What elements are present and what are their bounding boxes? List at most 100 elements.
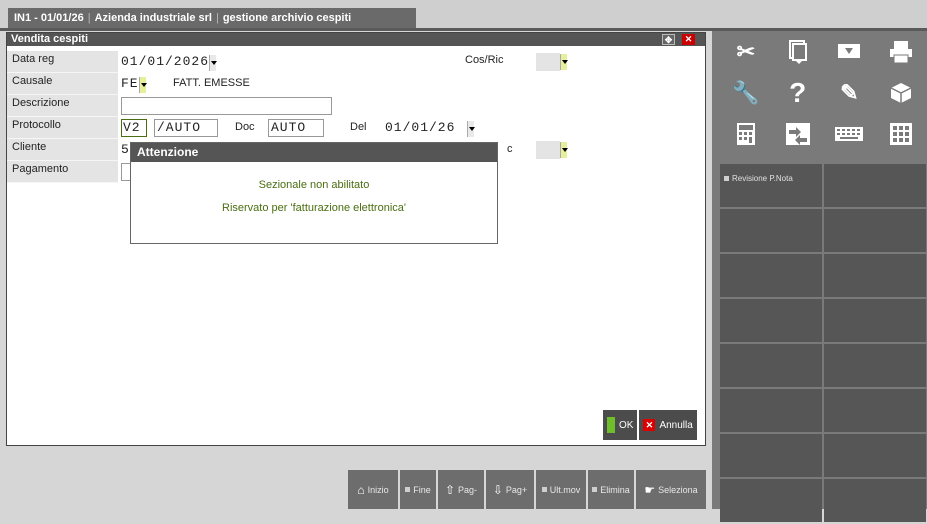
transfer-arrows-icon[interactable] — [772, 113, 824, 154]
protocollo-sezionale-value: V2 — [123, 120, 141, 135]
fine-square-icon — [405, 487, 411, 492]
revisione-pnota-button[interactable]: Revisione P.Nota — [720, 164, 822, 207]
ult-mov-button[interactable]: Ult.mov — [536, 470, 586, 509]
side-button-empty[interactable] — [720, 254, 822, 297]
right-tool-panel: ✂ 🔧 ? ✎ Revisione P.Nota — [712, 31, 927, 522]
dialog-actions: OK ✕ Annulla — [603, 410, 697, 440]
fine-label: Fine — [413, 484, 431, 495]
cliente-right-field[interactable] — [536, 141, 560, 159]
cliente-field[interactable]: 5 — [121, 142, 130, 157]
fine-button[interactable]: Fine — [400, 470, 436, 509]
cliente-label: Cliente — [7, 139, 118, 161]
home-icon: ⌂ — [357, 482, 365, 497]
scissors-icon[interactable]: ✂ — [720, 31, 772, 72]
side-button-empty[interactable] — [720, 389, 822, 432]
row-causale: Causale FE FATT. EMESSE — [7, 73, 705, 95]
pag-prev-button[interactable]: ⇧ Pag- — [438, 470, 484, 509]
descrizione-input[interactable] — [121, 97, 332, 115]
cos-ric-dropdown-icon[interactable] — [560, 54, 568, 70]
pag-next-label: Pag+ — [505, 484, 528, 495]
elimina-label: Elimina — [600, 484, 630, 495]
tab-code: IN1 - 01/01/26 — [14, 12, 84, 24]
page-down-icon: ⇩ — [492, 482, 503, 497]
paste-tray-icon[interactable] — [824, 31, 876, 72]
help-question-icon[interactable]: ? — [772, 72, 824, 113]
cliente-right-label: c — [507, 143, 513, 155]
doc-value: AUTO — [271, 120, 307, 135]
ult-mov-square-icon — [541, 487, 547, 492]
company-tab[interactable]: IN1 - 01/01/26 | Azienda industriale srl… — [8, 8, 416, 28]
pag-next-button[interactable]: ⇩ Pag+ — [486, 470, 534, 509]
side-button-empty[interactable] — [720, 479, 822, 522]
page-up-icon: ⇧ — [444, 482, 456, 497]
tab-separator: | — [215, 12, 219, 24]
elimina-button[interactable]: Elimina — [588, 470, 634, 509]
annulla-button[interactable]: ✕ Annulla — [639, 410, 697, 440]
elimina-square-icon — [592, 487, 598, 492]
window-titlebar: Vendita cespiti ✥ ✕ — [7, 33, 705, 46]
keyboard-icon[interactable] — [824, 113, 876, 154]
dialog-line-1: Sezionale non abilitato — [258, 179, 370, 191]
close-icon[interactable]: ✕ — [682, 34, 695, 45]
doc-label: Doc — [235, 121, 255, 133]
cos-ric-field[interactable] — [536, 53, 560, 71]
side-button-grid: Revisione P.Nota — [720, 164, 927, 524]
protocollo-label: Protocollo — [7, 117, 118, 139]
del-label: Del — [350, 121, 367, 133]
del-field[interactable]: 01/01/26 — [385, 120, 455, 135]
pagamento-label: Pagamento — [7, 161, 118, 183]
side-button-empty[interactable] — [824, 299, 926, 342]
bottom-toolbar: ⌂ Inizio Fine ⇧ Pag- ⇩ Pag+ Ult.mov Elim… — [348, 470, 706, 509]
calculator-icon[interactable] — [720, 113, 772, 154]
side-button-empty[interactable] — [824, 389, 926, 432]
side-button-empty[interactable] — [824, 479, 926, 522]
side-button-empty[interactable] — [720, 434, 822, 477]
top-bar: IN1 - 01/01/26 | Azienda industriale srl… — [0, 0, 927, 28]
row-data-reg: Data reg 01/01/2026 Cos/Ric — [7, 51, 705, 73]
side-button-empty[interactable] — [824, 254, 926, 297]
revisione-label: Revisione P.Nota — [732, 174, 793, 183]
pag-prev-label: Pag- — [458, 484, 478, 495]
data-reg-field[interactable]: 01/01/2026 — [121, 54, 209, 69]
tab-separator: | — [87, 12, 91, 24]
row-protocollo: Protocollo V2 /AUTO Doc AUTO Del 01/01/2… — [7, 117, 705, 139]
printer-icon[interactable] — [875, 31, 927, 72]
cliente-right-dropdown-icon[interactable] — [560, 142, 568, 158]
dialog-line-2: Riservato per 'fatturazione elettronica' — [222, 202, 406, 214]
causale-field[interactable]: FE — [121, 76, 139, 91]
side-button-empty[interactable] — [824, 164, 926, 207]
window-title: Vendita cespiti — [11, 33, 89, 45]
dialog-message: Sezionale non abilitato Riservato per 'f… — [131, 162, 497, 220]
side-button-empty[interactable] — [720, 209, 822, 252]
ok-button[interactable]: OK — [603, 410, 638, 440]
revisione-square-icon — [724, 176, 729, 181]
seleziona-button[interactable]: ☛ Seleziona — [636, 470, 706, 509]
del-dropdown-icon[interactable] — [467, 121, 475, 137]
tab-module: gestione archivio cespiti — [222, 12, 352, 24]
box-cube-icon[interactable] — [875, 72, 927, 113]
inizio-button[interactable]: ⌂ Inizio — [348, 470, 398, 509]
cos-ric-label: Cos/Ric — [465, 54, 504, 66]
inizio-label: Inizio — [367, 484, 389, 495]
notebook-pencil-icon[interactable]: ✎ — [824, 72, 876, 113]
side-button-empty[interactable] — [824, 344, 926, 387]
annulla-label: Annulla — [659, 419, 693, 431]
wrench-icon[interactable]: 🔧 — [720, 72, 772, 113]
ok-indicator-icon — [607, 417, 615, 433]
move-window-icon[interactable]: ✥ — [662, 34, 675, 45]
data-reg-dropdown-icon[interactable] — [209, 55, 217, 71]
side-button-empty[interactable] — [720, 344, 822, 387]
grid-menu-icon[interactable] — [875, 113, 927, 154]
side-button-empty[interactable] — [824, 434, 926, 477]
tab-company: Azienda industriale srl — [94, 12, 212, 24]
cancel-x-icon: ✕ — [643, 419, 656, 431]
copy-document-icon[interactable] — [772, 31, 824, 72]
causale-dropdown-icon[interactable] — [139, 77, 147, 93]
side-button-empty[interactable] — [720, 299, 822, 342]
side-button-empty[interactable] — [824, 209, 926, 252]
row-descrizione: Descrizione — [7, 95, 705, 117]
protocollo-numero-value: /AUTO — [157, 120, 202, 135]
select-hand-icon: ☛ — [644, 482, 656, 497]
causale-label: Causale — [7, 73, 118, 95]
causale-description: FATT. EMESSE — [173, 77, 250, 89]
